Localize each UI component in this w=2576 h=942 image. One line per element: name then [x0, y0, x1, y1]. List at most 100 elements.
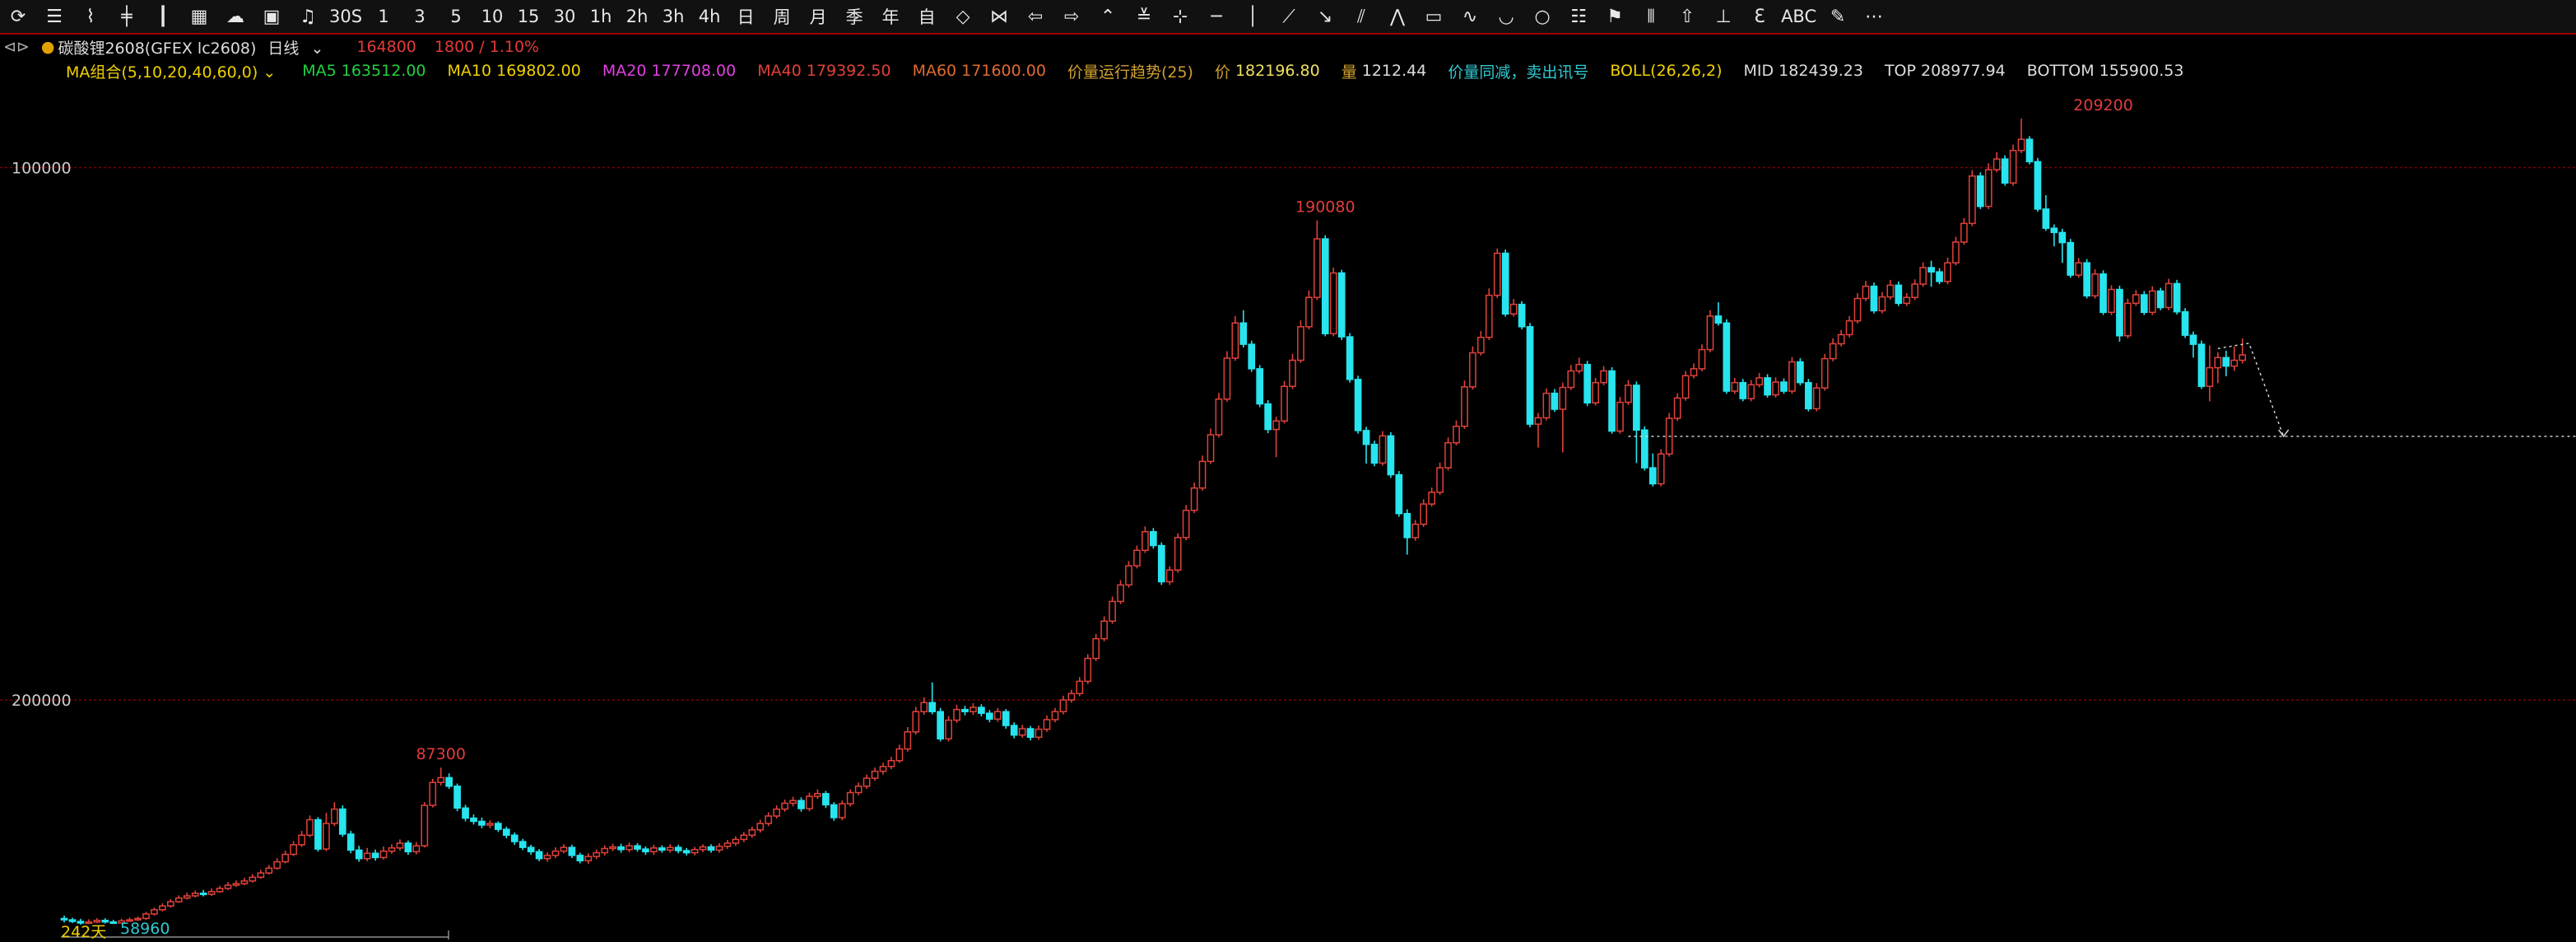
candle-down	[1927, 267, 1935, 273]
candle-up	[1165, 569, 1174, 583]
ma5-value: MA5 163512.00	[302, 62, 426, 80]
boll-label: BOLL(26,26,2)	[1610, 62, 1723, 80]
chevron-down-icon: ⌄	[310, 39, 324, 58]
candle-up	[593, 851, 601, 857]
arc-icon[interactable]: ◡	[1488, 0, 1524, 33]
cloud-icon[interactable]: ☁	[217, 0, 253, 33]
candle-down	[2156, 290, 2164, 309]
candle-down	[1976, 175, 1984, 208]
candle-up	[1428, 492, 1436, 505]
candle-up	[732, 838, 740, 844]
candle-up	[1952, 241, 1960, 263]
up-arrow-icon[interactable]: ⇧	[1669, 0, 1705, 33]
period-1h[interactable]: 1h	[583, 0, 619, 33]
monitor-icon[interactable]: ▣	[253, 0, 290, 33]
candle-up	[2164, 282, 2173, 309]
hourglass-icon[interactable]: ⋈	[981, 0, 1017, 33]
diamond-icon[interactable]: ◇	[945, 0, 981, 33]
symbol-name[interactable]: 碳酸锂2608(GFEX lc2608)	[58, 36, 256, 58]
period-3[interactable]: 3	[402, 0, 438, 33]
period-quarter[interactable]: 季	[836, 0, 872, 33]
candle-up	[159, 905, 166, 911]
candle-up	[1600, 370, 1607, 384]
peak-label: 209200	[2073, 96, 2133, 114]
candle-down	[1895, 284, 1903, 305]
chevron-up-icon[interactable]: ⌃	[1090, 0, 1126, 33]
line-chart-icon[interactable]: ⌇	[72, 0, 109, 33]
candle-down	[338, 808, 346, 835]
multi-candle-icon[interactable]: ┃	[145, 0, 181, 33]
candle-up	[1142, 530, 1149, 552]
arrow-right-icon[interactable]: ⇨	[1053, 0, 1090, 33]
refresh-icon[interactable]: ⟳	[0, 0, 36, 33]
more-icon[interactable]: ⋯	[1856, 0, 1892, 33]
candle-up	[969, 706, 977, 713]
candle-down	[2001, 158, 2009, 184]
nav-arrows-icon[interactable]: ⊲⊳	[3, 38, 30, 56]
period-custom[interactable]: 自	[909, 0, 945, 33]
candle-up	[1681, 375, 1690, 399]
circle-icon[interactable]: ○	[1524, 0, 1560, 33]
list-icon[interactable]: ☰	[36, 0, 72, 33]
candle-down	[2222, 357, 2230, 367]
candlestick-chart[interactable]: 200000 100000 87300 190080 209200 242天 58960	[0, 82, 2576, 941]
candle-down	[1370, 443, 1379, 464]
text-e-icon[interactable]: Ɛ	[1741, 0, 1778, 33]
period-1[interactable]: 1	[365, 0, 402, 33]
abc-text-icon[interactable]: ABC	[1778, 0, 1820, 33]
segment-icon[interactable]: ⟋	[1271, 0, 1307, 33]
bell-icon[interactable]: ♫	[290, 0, 326, 33]
candle-up	[2132, 294, 2140, 305]
period-30s[interactable]: 30S	[326, 0, 365, 33]
candle-up	[854, 786, 863, 794]
candle-up	[1567, 370, 1575, 389]
ray-icon[interactable]: ↘	[1307, 0, 1343, 33]
candle-up	[1067, 693, 1076, 701]
period-10[interactable]: 10	[474, 0, 510, 33]
candle-up	[1436, 467, 1444, 493]
candle-down	[1264, 403, 1272, 431]
gann-icon[interactable]: ⦀	[1633, 0, 1669, 33]
period-selector[interactable]: 日线 ⌄	[267, 36, 335, 58]
candle-up	[953, 708, 960, 721]
period-3h[interactable]: 3h	[655, 0, 691, 33]
parallel-icon[interactable]: ⫽	[1343, 0, 1379, 33]
candle-down	[674, 846, 682, 851]
flag-icon[interactable]: ⚑	[1597, 0, 1633, 33]
chart-canvas[interactable]: 200000 100000 87300 190080 209200	[0, 82, 2576, 940]
chevron-double-icon[interactable]: ≚	[1126, 0, 1162, 33]
period-4h[interactable]: 4h	[691, 0, 728, 33]
ma-group-selector[interactable]: MA组合(5,10,20,40,60,0) ⌄	[66, 60, 281, 82]
pen-icon[interactable]: ✎	[1820, 0, 1856, 33]
fib-icon[interactable]: ☷	[1560, 0, 1597, 33]
candle-up	[240, 880, 249, 884]
period-month[interactable]: 月	[800, 0, 836, 33]
candle-icon[interactable]: ╪	[109, 0, 145, 33]
crosshair-icon[interactable]: ⊹	[1162, 0, 1198, 33]
period-year[interactable]: 年	[872, 0, 909, 33]
period-label: 日线	[267, 39, 300, 58]
period-day[interactable]: 日	[728, 0, 764, 33]
period-15[interactable]: 15	[510, 0, 546, 33]
calendar-icon[interactable]: ▦	[181, 0, 217, 33]
period-2h[interactable]: 2h	[619, 0, 655, 33]
candle-up	[388, 847, 396, 852]
ruler-icon[interactable]: ⊥	[1705, 0, 1741, 33]
candle-up	[2075, 262, 2083, 276]
candle-up	[715, 846, 723, 851]
horizontal-line-icon[interactable]: ─	[1198, 0, 1235, 33]
wave-icon[interactable]: ∿	[1452, 0, 1488, 33]
candle-up	[281, 853, 289, 863]
candle-down	[355, 849, 363, 860]
arrow-left-icon[interactable]: ⇦	[1017, 0, 1053, 33]
volume-label: 量	[1341, 63, 1357, 82]
period-week[interactable]: 周	[764, 0, 800, 33]
rectangle-icon[interactable]: ▭	[1416, 0, 1452, 33]
candle-up	[216, 888, 224, 893]
vertical-line-icon[interactable]: │	[1235, 0, 1271, 33]
chevron-down-icon: ⌄	[263, 63, 277, 82]
candle-up	[1837, 333, 1845, 345]
period-30[interactable]: 30	[546, 0, 583, 33]
period-5[interactable]: 5	[438, 0, 474, 33]
polyline-icon[interactable]: ⋀	[1379, 0, 1416, 33]
